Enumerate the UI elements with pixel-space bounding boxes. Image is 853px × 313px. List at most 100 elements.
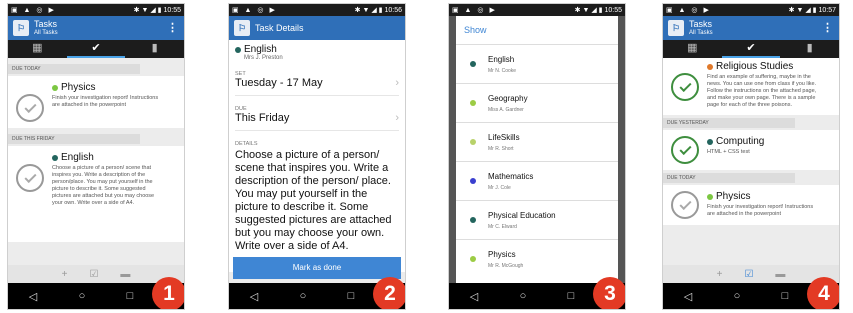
status-icons-left: ▣ ▲ ◎ ▶ bbox=[666, 7, 711, 14]
complete-toggle-icon[interactable] bbox=[16, 164, 44, 192]
task-subject: Religious Studies bbox=[716, 61, 794, 72]
due-date-row[interactable]: This Friday › bbox=[235, 112, 399, 131]
home-icon[interactable]: ○ bbox=[520, 290, 527, 302]
home-icon[interactable]: ○ bbox=[734, 290, 741, 302]
step-badge: 3 bbox=[593, 277, 625, 309]
app-bar: ⚐ Tasks All Tasks ⋮ bbox=[663, 16, 839, 40]
subject-color-dot bbox=[707, 138, 713, 145]
step-badge: 4 bbox=[807, 277, 839, 309]
stage: ▣ ▲ ◎ ▶ ✱ ▼ ◢ ▮ 10:55 ⚐ Tasks All Tasks ⋮ … bbox=[0, 0, 853, 313]
status-icons-right: ✱ ▼ ◢ ▮ bbox=[133, 7, 162, 14]
subject-filter-item[interactable]: Physics Mr R. McGough bbox=[456, 239, 618, 278]
complete-toggle-icon[interactable] bbox=[16, 94, 44, 122]
subject-name: Geography bbox=[488, 93, 528, 103]
back-icon[interactable]: ◁ bbox=[470, 290, 478, 303]
back-icon[interactable]: ◁ bbox=[250, 290, 258, 303]
task-subject: Physics bbox=[716, 191, 751, 202]
completed-toggle-icon[interactable] bbox=[671, 73, 699, 101]
task-card-religious-studies[interactable]: Religious Studies Find an example of suf… bbox=[663, 58, 839, 115]
subject-filter-item[interactable]: English Mr N. Cooke bbox=[456, 44, 618, 83]
subject-filter-item[interactable]: LifeSkills Mr R. Short bbox=[456, 122, 618, 161]
subject-teacher: Mr N. Cooke bbox=[488, 67, 517, 74]
add-icon[interactable]: + bbox=[62, 269, 68, 280]
task-subject: English bbox=[244, 44, 277, 55]
show-filter-dialog: Show English Mr N. Cooke Geography Miss A. … bbox=[456, 16, 618, 285]
phone-screen-1: ▣ ▲ ◎ ▶ ✱ ▼ ◢ ▮ 10:55 ⚐ Tasks All Tasks ⋮ … bbox=[7, 3, 185, 310]
status-icons-right: ✱ ▼ ◢ ▮ bbox=[574, 7, 603, 14]
app-logo-icon[interactable]: ⚐ bbox=[668, 20, 684, 36]
back-icon[interactable]: ◁ bbox=[29, 290, 37, 303]
subject-filter-item[interactable]: Mathematics Mr J. Cole bbox=[456, 161, 618, 200]
status-bar: ▣ ▲ ◎ ▶ ✱ ▼ ◢ ▮ 10:57 bbox=[663, 4, 839, 16]
back-app-logo-icon[interactable]: ⚐ bbox=[234, 20, 250, 36]
recents-icon[interactable]: □ bbox=[348, 290, 355, 302]
task-card-computing[interactable]: Computing HTML + CSS test bbox=[663, 130, 839, 170]
completed-late-toggle-icon[interactable] bbox=[671, 136, 699, 164]
subject-filter-item[interactable]: Geography Miss A. Gardner bbox=[456, 83, 618, 122]
subject-teacher: Mr C. Elward bbox=[488, 223, 517, 230]
status-bar: ▣ ▲ ◎ ▶ ✱ ▼ ◢ ▮ 10:55 bbox=[449, 4, 625, 16]
recents-icon[interactable]: □ bbox=[782, 290, 789, 302]
tab-calendar[interactable]: ▦ bbox=[663, 40, 722, 58]
app-logo-icon[interactable]: ⚐ bbox=[13, 20, 29, 36]
task-card-physics[interactable]: Physics Finish your investigation report… bbox=[663, 185, 839, 225]
home-icon[interactable]: ○ bbox=[300, 290, 307, 302]
section-header: DUE THIS FRIDAY bbox=[8, 134, 140, 144]
complete-toggle-icon[interactable] bbox=[671, 191, 699, 219]
subject-teacher: Mr R. Short bbox=[488, 145, 514, 152]
status-time: 10:55 bbox=[163, 7, 181, 14]
status-icons-left: ▣ ▲ ◎ ▶ bbox=[452, 7, 497, 14]
status-time: 10:56 bbox=[384, 7, 402, 14]
status-icons-left: ▣ ▲ ◎ ▶ bbox=[232, 7, 277, 14]
add-icon[interactable]: + bbox=[717, 269, 723, 280]
folder-icon[interactable]: ▬ bbox=[775, 269, 785, 280]
app-bar: ⚐ Tasks All Tasks ⋮ bbox=[8, 16, 184, 40]
subject-teacher: Mr J. Cole bbox=[488, 184, 511, 191]
checklist-icon[interactable]: ☑ bbox=[89, 269, 98, 280]
status-bar: ▣ ▲ ◎ ▶ ✱ ▼ ◢ ▮ 10:56 bbox=[229, 4, 405, 16]
home-icon[interactable]: ○ bbox=[79, 290, 86, 302]
checklist-icon[interactable]: ☑ bbox=[744, 269, 753, 280]
details-label: DETAILS bbox=[235, 141, 258, 147]
tab-tasks[interactable]: ✔ bbox=[66, 40, 126, 58]
subject-filter-item[interactable]: Physical Education Mr C. Elward bbox=[456, 200, 618, 239]
back-icon[interactable]: ◁ bbox=[684, 290, 692, 303]
set-date-row[interactable]: Tuesday - 17 May › bbox=[235, 77, 399, 96]
app-title: Tasks bbox=[689, 18, 713, 29]
task-card-english[interactable]: English Choose a picture of a person/ sc… bbox=[8, 146, 184, 242]
check-icon bbox=[23, 170, 37, 183]
overflow-menu-icon[interactable]: ⋮ bbox=[167, 21, 178, 34]
subject-color-dot bbox=[470, 139, 476, 145]
step-badge: 1 bbox=[152, 277, 184, 309]
tab-calendar[interactable]: ▦ bbox=[8, 40, 67, 58]
chevron-right-icon: › bbox=[395, 77, 399, 89]
tab-bar: ▦ ✔ ▮ bbox=[8, 40, 184, 58]
overflow-menu-icon[interactable]: ⋮ bbox=[822, 21, 833, 34]
subject-color-dot bbox=[707, 193, 713, 200]
status-time: 10:57 bbox=[818, 7, 836, 14]
mark-as-done-button[interactable]: Mark as done bbox=[233, 257, 401, 279]
recents-icon[interactable]: □ bbox=[568, 290, 575, 302]
folder-icon[interactable]: ▬ bbox=[120, 269, 130, 280]
task-card-physics[interactable]: Physics Finish your investigation report… bbox=[8, 76, 184, 128]
tab-bookmarks[interactable]: ▮ bbox=[780, 40, 839, 58]
recents-icon[interactable]: □ bbox=[127, 290, 134, 302]
subject-color-dot bbox=[470, 100, 476, 106]
subject-name: LifeSkills bbox=[488, 132, 520, 142]
tab-tasks[interactable]: ✔ bbox=[721, 40, 781, 58]
step-badge: 2 bbox=[373, 277, 405, 309]
teacher-name: Mrs J. Preston bbox=[244, 55, 283, 61]
task-description: Finish your investigation report! Instru… bbox=[707, 204, 814, 217]
task-description: HTML + CSS test bbox=[707, 149, 750, 155]
set-date: Tuesday - 17 May bbox=[235, 77, 323, 89]
subject-teacher: Miss A. Gardner bbox=[488, 106, 524, 113]
tab-bookmarks[interactable]: ▮ bbox=[125, 40, 184, 58]
phone-screen-3: ▣ ▲ ◎ ▶ ✱ ▼ ◢ ▮ 10:55 Show English Mr N. C… bbox=[448, 3, 626, 310]
check-icon bbox=[678, 197, 692, 210]
status-icons-right: ✱ ▼ ◢ ▮ bbox=[788, 7, 817, 14]
details-text: Choose a picture of a person/ scene that… bbox=[235, 149, 392, 252]
app-subtitle: All Tasks bbox=[689, 29, 713, 36]
subject-color-dot bbox=[707, 63, 713, 70]
tab-bar: ▦ ✔ ▮ bbox=[663, 40, 839, 58]
dialog-scrim[interactable]: Show English Mr N. Cooke Geography Miss A. … bbox=[449, 16, 625, 285]
